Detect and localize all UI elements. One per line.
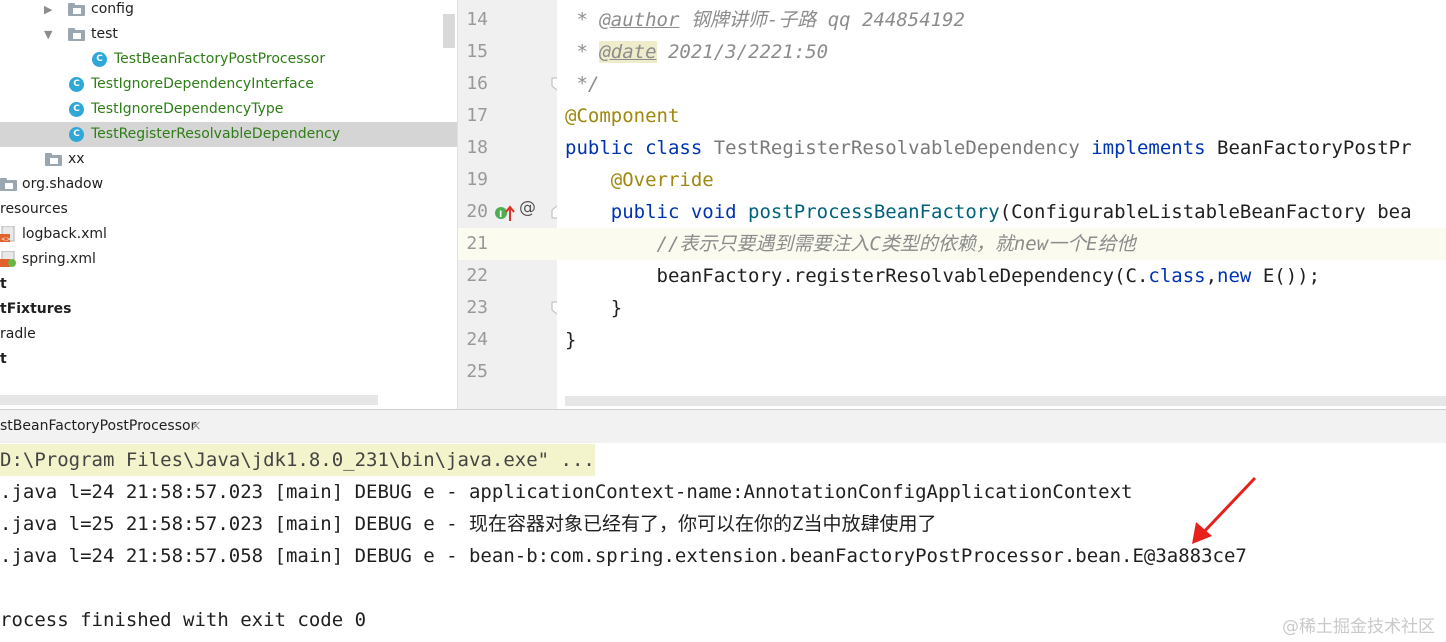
code-line-16: */ xyxy=(565,73,600,95)
line-number: 22 xyxy=(466,265,488,286)
editor-horizontal-scrollbar[interactable] xyxy=(565,396,1446,406)
tree-item-test[interactable]: ▼ test xyxy=(0,22,457,47)
tree-scrollbar-thumb[interactable] xyxy=(443,14,455,48)
code-line-15: * @date 2021/3/2221:50 xyxy=(565,41,829,63)
tree-item-label: spring.xml xyxy=(22,251,96,267)
class-icon: C xyxy=(69,102,84,117)
tree-item-tfixtures[interactable]: tFixtures xyxy=(0,297,457,322)
class-icon: C xyxy=(69,77,84,92)
tree-item-radle[interactable]: radle xyxy=(0,322,457,347)
tree-item-label: TestIgnoreDependencyInterface xyxy=(91,76,314,92)
class-icon: C xyxy=(92,52,107,67)
line-number: 25 xyxy=(466,361,488,382)
tree-item-label: TestRegisterResolvableDependency xyxy=(91,126,341,142)
tree-item-logback-xml[interactable]: <> logback.xml xyxy=(0,222,457,247)
folder-icon xyxy=(68,3,85,16)
tree-item-resources[interactable]: resources xyxy=(0,197,457,222)
line-number: 18 xyxy=(466,137,488,158)
run-tab[interactable]: stBeanFactoryPostProcessor xyxy=(0,410,202,443)
line-number: 20 xyxy=(466,201,488,222)
chevron-down-icon[interactable]: ▼ xyxy=(44,22,52,47)
console-line: .java l=24 21:58:57.058 [main] DEBUG e -… xyxy=(0,545,1247,567)
class-icon: C xyxy=(69,127,84,142)
console-line: D:\Program Files\Java\jdk1.8.0_231\bin\j… xyxy=(0,444,595,476)
tree-item-label: org.shadow xyxy=(22,176,104,192)
close-icon[interactable]: × xyxy=(190,410,202,443)
tree-item-xx[interactable]: xx xyxy=(0,147,457,172)
tree-item-label: t xyxy=(0,351,7,367)
svg-text:I: I xyxy=(499,210,502,220)
tree-item-label: logback.xml xyxy=(22,226,107,242)
tree-item-label: radle xyxy=(0,326,36,342)
run-tool-window-header: stBeanFactoryPostProcessor × xyxy=(0,409,1446,444)
implements-method-icon[interactable]: I xyxy=(494,204,516,222)
run-tab-label: stBeanFactoryPostProcessor xyxy=(0,418,197,434)
annotation-at-icon[interactable]: @ xyxy=(519,198,536,218)
tree-item-spring-xml[interactable]: spring.xml xyxy=(0,247,457,272)
tree-item-label: resources xyxy=(0,201,68,217)
xml-file-icon: <> xyxy=(0,226,15,243)
tree-item-t[interactable]: t xyxy=(0,272,457,297)
line-number: 14 xyxy=(466,9,488,30)
red-arrow-annotation xyxy=(1192,476,1257,544)
code-line-23: } xyxy=(565,297,623,319)
tree-item-t2[interactable]: t xyxy=(0,347,457,372)
line-number: 23 xyxy=(466,297,488,318)
tree-item-org-shadow[interactable]: org.shadow xyxy=(0,172,457,197)
tree-item-label: TestBeanFactoryPostProcessor xyxy=(114,51,326,67)
folder-icon xyxy=(45,153,62,166)
line-number: 17 xyxy=(466,105,488,126)
tree-item-config[interactable]: ▶ config xyxy=(0,0,457,22)
line-number: 24 xyxy=(466,329,488,350)
tree-item-testbeanfactorypostprocessor[interactable]: C TestBeanFactoryPostProcessor xyxy=(0,47,457,72)
code-line-20: public void postProcessBeanFactory(Confi… xyxy=(565,201,1412,223)
chevron-right-icon[interactable]: ▶ xyxy=(44,0,52,22)
code-line-14: * @author 钢牌讲师-子路 qq 244854192 xyxy=(565,9,965,31)
folder-icon xyxy=(68,28,85,41)
tree-item-label: tFixtures xyxy=(0,301,72,317)
tree-item-label: xx xyxy=(68,151,85,167)
code-line-21: //表示只要遇到需要注入C类型的依赖，就new一个E给他 xyxy=(565,233,1136,255)
code-line-18: public class TestRegisterResolvableDepen… xyxy=(565,137,1412,159)
tree-item-label: t xyxy=(0,276,7,292)
tree-item-testregisterresolvabledependency[interactable]: C TestRegisterResolvableDependency xyxy=(0,122,457,147)
watermark: @稀土掘金技术社区 xyxy=(1282,617,1435,637)
tree-horizontal-scrollbar[interactable] xyxy=(0,395,378,405)
code-editor[interactable]: * @author 钢牌讲师-子路 qq 244854192 * @date 2… xyxy=(557,0,1446,409)
tree-item-label: TestIgnoreDependencyType xyxy=(91,101,284,117)
project-tree: ▶ config ▼ test C TestBeanFactoryPostPro… xyxy=(0,0,457,409)
code-line-19: @Override xyxy=(565,169,714,191)
spring-xml-icon xyxy=(0,251,16,267)
tree-item-testignoredependencytype[interactable]: C TestIgnoreDependencyType xyxy=(0,97,457,122)
line-number: 19 xyxy=(466,169,488,190)
tree-item-label: test xyxy=(91,26,118,42)
code-line-22: beanFactory.registerResolvableDependency… xyxy=(565,265,1321,287)
console-line: .java l=25 21:58:57.023 [main] DEBUG e -… xyxy=(0,513,937,535)
svg-text:<>: <> xyxy=(1,236,11,243)
line-number: 15 xyxy=(466,41,488,62)
console-line: rocess finished with exit code 0 xyxy=(0,609,367,631)
code-line-17: @Component xyxy=(565,105,680,127)
tree-item-testignoredependencyinterface[interactable]: C TestIgnoreDependencyInterface xyxy=(0,72,457,97)
editor-gutter: 14 15 16 17 18 19 20 21 22 23 24 25 I @ xyxy=(457,0,587,409)
line-number: 21 xyxy=(458,228,558,260)
console-line: .java l=24 21:58:57.023 [main] DEBUG e -… xyxy=(0,481,1133,503)
code-line-24: } xyxy=(565,329,577,351)
line-number: 16 xyxy=(466,73,488,94)
tree-item-label: config xyxy=(91,1,134,17)
folder-icon xyxy=(0,178,17,191)
